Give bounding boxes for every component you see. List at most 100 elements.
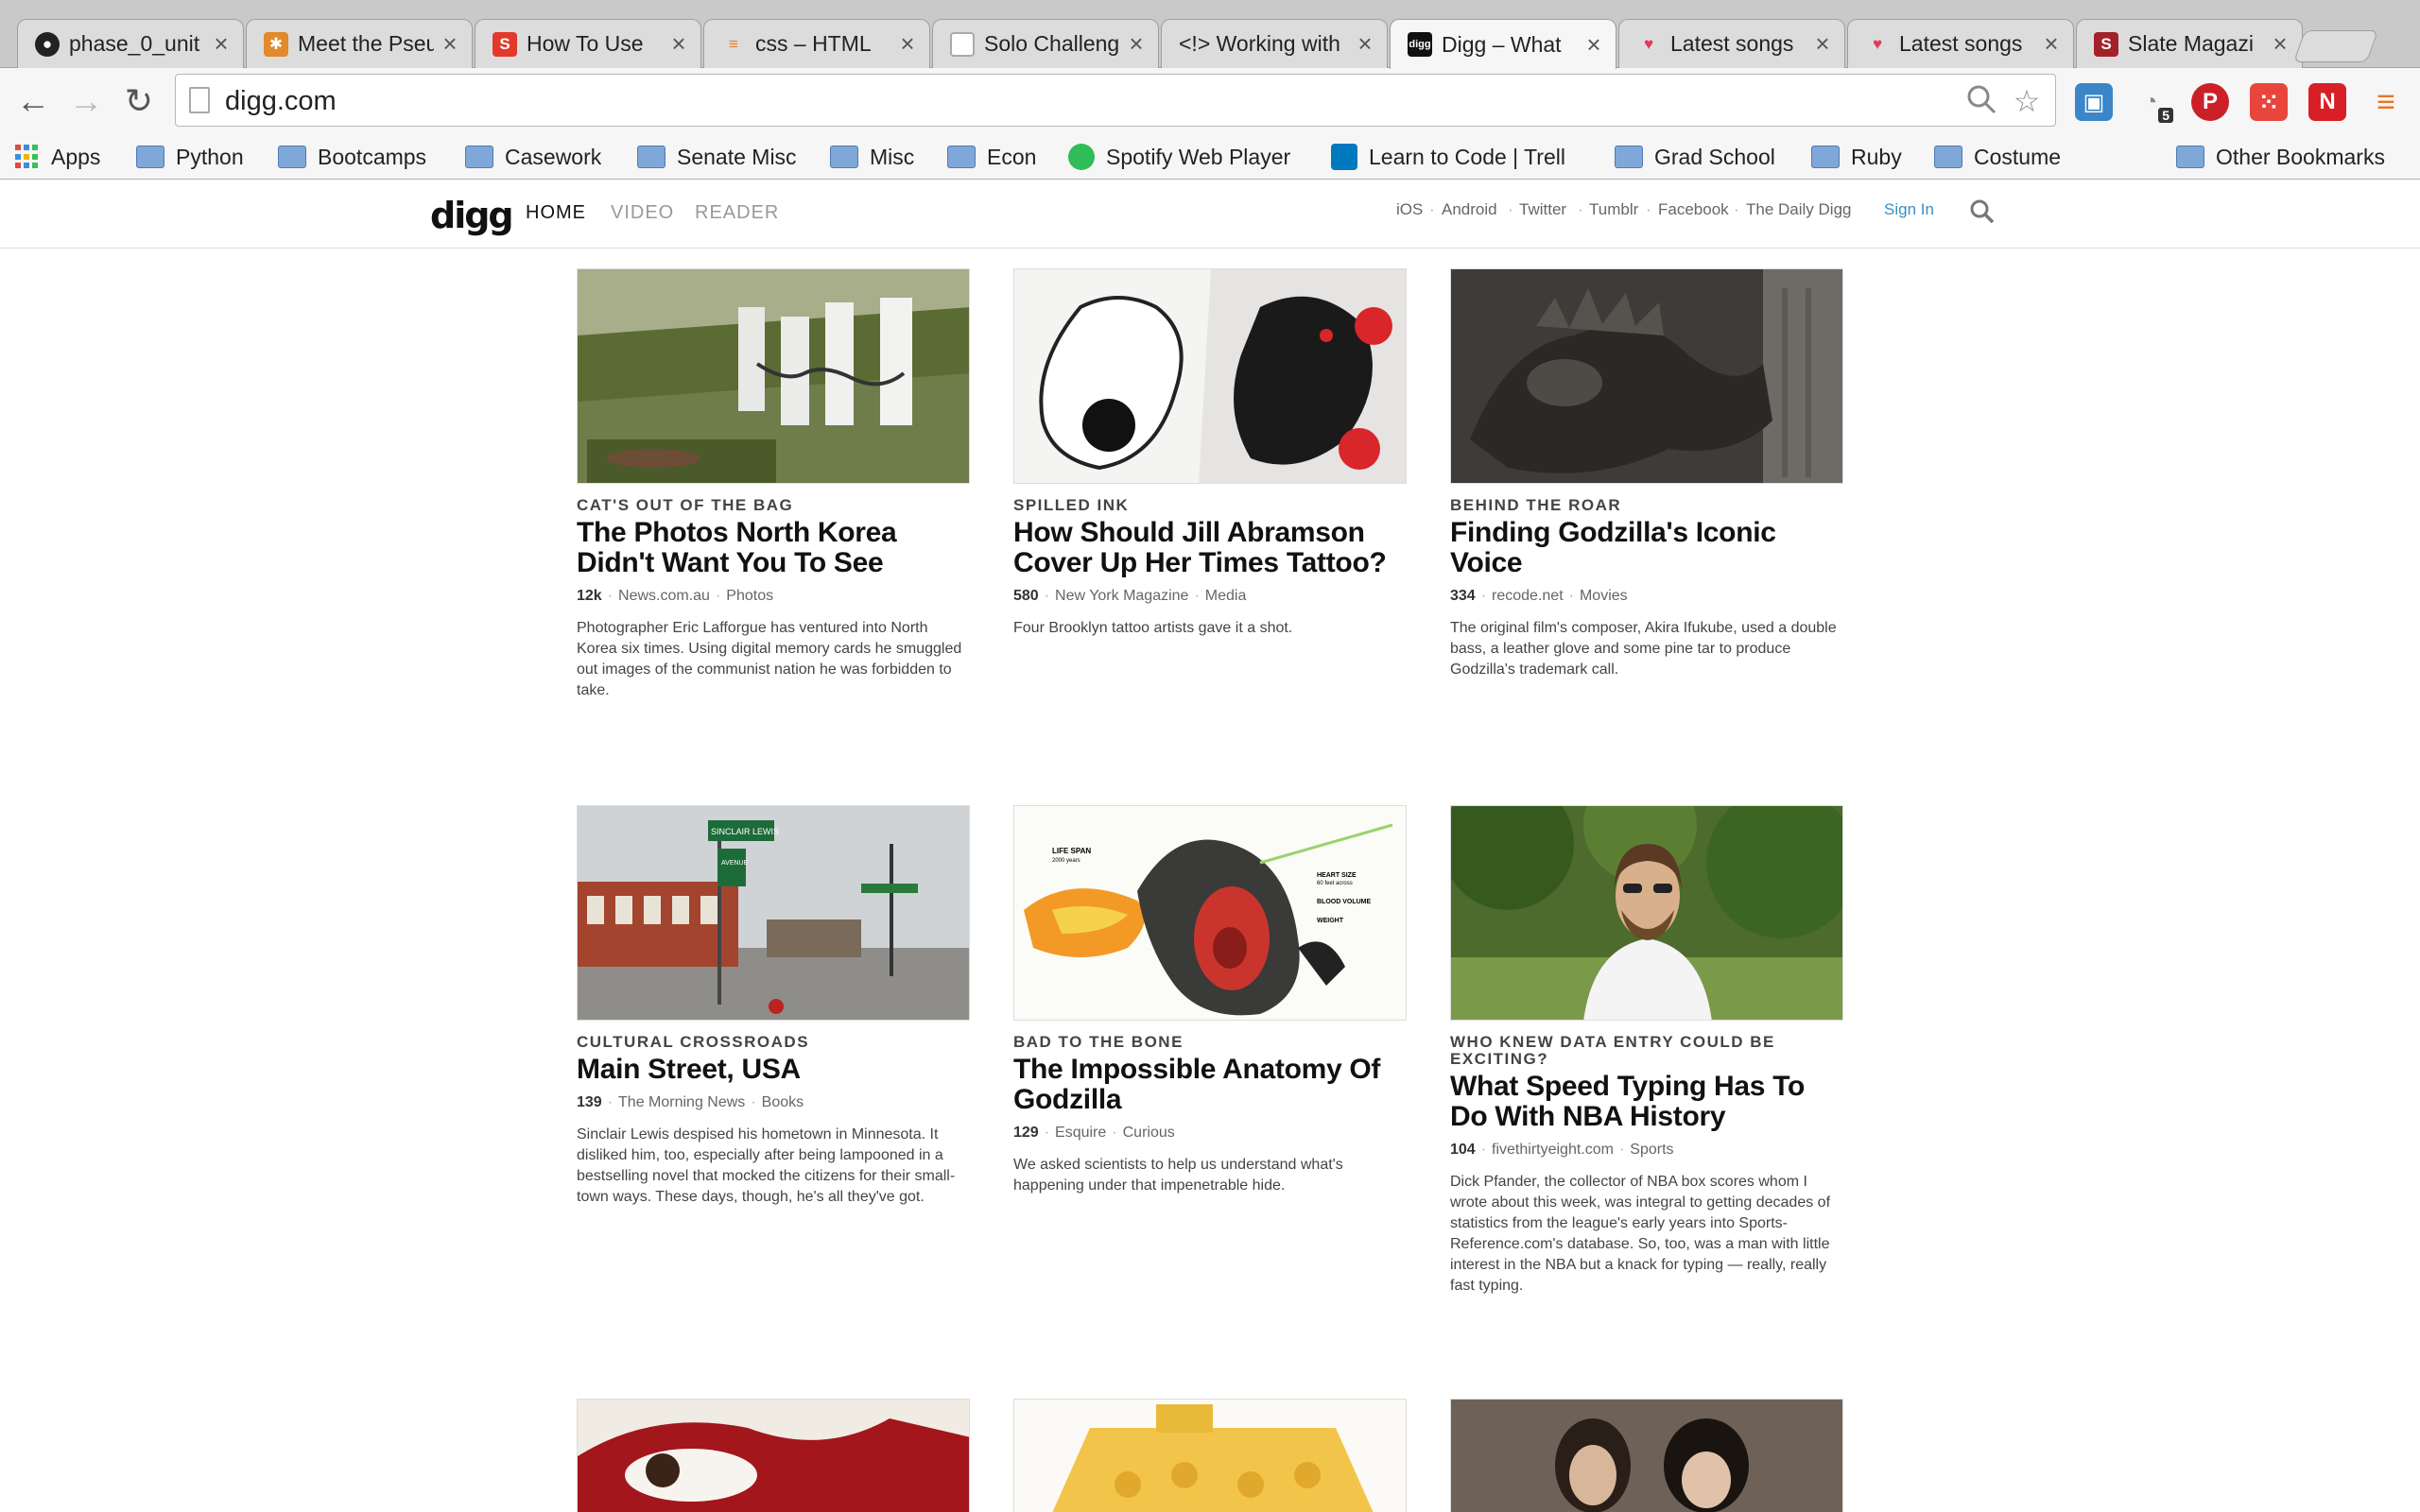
story-headline[interactable]: The Photos North Korea Didn't Want You T… bbox=[577, 518, 970, 578]
link-daily-digg[interactable]: The Daily Digg bbox=[1746, 200, 1852, 219]
photo-extension-icon[interactable]: ▣ bbox=[2075, 83, 2113, 121]
story-headline[interactable]: Finding Godzilla's Iconic Voice bbox=[1450, 518, 1843, 578]
address-bar[interactable]: digg.com ☆ bbox=[175, 74, 2056, 127]
tab-latest-songs-1[interactable]: ♥ Latest songs × bbox=[1618, 19, 1845, 68]
search-icon[interactable] bbox=[1969, 198, 1996, 225]
sign-in-link[interactable]: Sign In bbox=[1884, 200, 1934, 219]
story-source[interactable]: News.com.au bbox=[618, 588, 710, 604]
tab-digg[interactable]: digg Digg – What × bbox=[1390, 19, 1616, 69]
close-icon[interactable]: × bbox=[1812, 29, 1833, 59]
zoom-icon[interactable] bbox=[1962, 82, 2000, 120]
tab-how-to-use[interactable]: S How To Use × bbox=[475, 19, 701, 68]
story-source[interactable]: The Morning News bbox=[618, 1094, 745, 1110]
story-card[interactable]: SINCLAIR LEWIS AVENUE CULTURAL CROSSROAD… bbox=[577, 805, 970, 1208]
digg-count: 104 bbox=[1450, 1142, 1476, 1158]
ghostery-icon[interactable]: ◔ 5 bbox=[2132, 83, 2173, 123]
story-card[interactable]: LIFE SPAN 2000 years HEART SIZE 60 feet … bbox=[1013, 805, 1407, 1196]
bookmark-spotify[interactable]: Spotify Web Player bbox=[1068, 140, 1290, 174]
tab-latest-songs-2[interactable]: ♥ Latest songs × bbox=[1847, 19, 2074, 68]
story-source[interactable]: fivethirtyeight.com bbox=[1492, 1142, 1614, 1158]
story-category[interactable]: Books bbox=[762, 1094, 804, 1110]
tab-slate-magazine[interactable]: S Slate Magazi × bbox=[2076, 19, 2303, 68]
story-source[interactable]: Esquire bbox=[1055, 1125, 1106, 1141]
star-icon[interactable]: ☆ bbox=[2008, 82, 2046, 120]
nav-home[interactable]: HOME bbox=[526, 202, 586, 224]
story-card[interactable]: WHO KNEW DATA ENTRY COULD BE EXCITING? W… bbox=[1450, 805, 1843, 1297]
story-source[interactable]: recode.net bbox=[1492, 588, 1564, 604]
close-icon[interactable]: × bbox=[2041, 29, 2062, 59]
link-twitter[interactable]: Twitter bbox=[1519, 200, 1566, 219]
digg-count: 12k bbox=[577, 588, 602, 604]
pinterest-icon[interactable]: P bbox=[2191, 83, 2229, 121]
close-icon[interactable]: × bbox=[1583, 30, 1604, 60]
tab-meet-the-pseu[interactable]: ✱ Meet the Pseu × bbox=[246, 19, 473, 68]
bookmark-misc[interactable]: Misc bbox=[830, 140, 914, 174]
bookmark-other-bookmarks[interactable]: Other Bookmarks bbox=[2176, 140, 2385, 174]
story-image-row3-3[interactable] bbox=[1450, 1399, 1843, 1512]
story-image-godzilla[interactable] bbox=[1450, 268, 1843, 484]
story-image-main-street[interactable]: SINCLAIR LEWIS AVENUE bbox=[577, 805, 970, 1021]
digg-logo[interactable]: digg bbox=[430, 195, 514, 236]
bookmark-econ[interactable]: Econ bbox=[947, 140, 1036, 174]
story-headline[interactable]: How Should Jill Abramson Cover Up Her Ti… bbox=[1013, 518, 1407, 578]
link-android[interactable]: Android bbox=[1442, 200, 1497, 219]
story-image-tattoo[interactable] bbox=[1013, 268, 1407, 484]
back-button[interactable]: ← bbox=[13, 81, 53, 121]
story-image-godzilla-anatomy[interactable]: LIFE SPAN 2000 years HEART SIZE 60 feet … bbox=[1013, 805, 1407, 1021]
close-icon[interactable]: × bbox=[897, 29, 918, 59]
story-category[interactable]: Curious bbox=[1123, 1125, 1175, 1141]
close-icon[interactable]: × bbox=[211, 29, 232, 59]
menu-icon[interactable]: ≡ bbox=[2367, 83, 2405, 121]
close-icon[interactable]: × bbox=[1355, 29, 1375, 59]
story-card[interactable] bbox=[1450, 1399, 1843, 1512]
story-image-speed-typing[interactable] bbox=[1450, 805, 1843, 1021]
story-kicker: BAD TO THE BONE bbox=[1013, 1033, 1184, 1051]
story-card[interactable]: SPILLED INK How Should Jill Abramson Cov… bbox=[1013, 268, 1407, 639]
close-icon[interactable]: × bbox=[1126, 29, 1147, 59]
story-headline[interactable]: Main Street, USA bbox=[577, 1055, 970, 1085]
story-category[interactable]: Media bbox=[1205, 588, 1247, 604]
nav-video[interactable]: VIDEO bbox=[611, 202, 674, 224]
story-category[interactable]: Photos bbox=[726, 588, 773, 604]
bookmark-senate-misc[interactable]: Senate Misc bbox=[637, 140, 797, 174]
forward-button[interactable]: → bbox=[66, 81, 106, 121]
bookmark-python[interactable]: Python bbox=[136, 140, 244, 174]
folder-icon bbox=[1811, 146, 1840, 168]
story-card[interactable] bbox=[577, 1399, 970, 1512]
tab-working-with[interactable]: <!> Working with × bbox=[1161, 19, 1388, 68]
tab-solo-challenge[interactable]: Solo Challeng × bbox=[932, 19, 1159, 68]
story-category[interactable]: Sports bbox=[1630, 1142, 1673, 1158]
bookmark-ruby[interactable]: Ruby bbox=[1811, 140, 1902, 174]
story-card[interactable]: CAT'S OUT OF THE BAG The Photos North Ko… bbox=[577, 268, 970, 701]
story-headline[interactable]: What Speed Typing Has To Do With NBA His… bbox=[1450, 1072, 1843, 1132]
close-icon[interactable]: × bbox=[2270, 29, 2290, 59]
bookmark-costume[interactable]: Costume bbox=[1934, 140, 2061, 174]
tab-css-html[interactable]: ≡ css – HTML × bbox=[703, 19, 930, 68]
netflix-icon[interactable]: N bbox=[2308, 83, 2346, 121]
story-image-north-korea[interactable] bbox=[577, 268, 970, 484]
bookmark-grad-school[interactable]: Grad School bbox=[1615, 140, 1775, 174]
bookmark-trello[interactable]: Learn to Code | Trell bbox=[1331, 140, 1565, 174]
new-tab-button[interactable] bbox=[2292, 30, 2379, 62]
story-card[interactable] bbox=[1013, 1399, 1407, 1512]
close-icon[interactable]: × bbox=[668, 29, 689, 59]
story-headline[interactable]: The Impossible Anatomy Of Godzilla bbox=[1013, 1055, 1407, 1115]
story-description: We asked scientists to help us understan… bbox=[1013, 1157, 1343, 1194]
tab-phase-0-unit[interactable]: ● phase_0_unit × bbox=[17, 19, 244, 68]
reload-button[interactable]: ↻ bbox=[119, 81, 159, 121]
link-tumblr[interactable]: Tumblr bbox=[1589, 200, 1638, 219]
url-text[interactable]: digg.com bbox=[225, 86, 337, 117]
bookmark-casework[interactable]: Casework bbox=[465, 140, 601, 174]
nav-reader[interactable]: READER bbox=[695, 202, 779, 224]
bookmark-apps[interactable]: Apps bbox=[15, 140, 100, 174]
story-image-row3-1[interactable] bbox=[577, 1399, 970, 1512]
grid-extension-icon[interactable]: ⁙ bbox=[2250, 83, 2288, 121]
story-image-row3-2[interactable] bbox=[1013, 1399, 1407, 1512]
story-category[interactable]: Movies bbox=[1580, 588, 1628, 604]
close-icon[interactable]: × bbox=[440, 29, 460, 59]
bookmark-bootcamps[interactable]: Bootcamps bbox=[278, 140, 426, 174]
link-ios[interactable]: iOS bbox=[1396, 200, 1423, 219]
link-facebook[interactable]: Facebook bbox=[1658, 200, 1729, 219]
story-card[interactable]: BEHIND THE ROAR Finding Godzilla's Iconi… bbox=[1450, 268, 1843, 680]
story-source[interactable]: New York Magazine bbox=[1055, 588, 1188, 604]
